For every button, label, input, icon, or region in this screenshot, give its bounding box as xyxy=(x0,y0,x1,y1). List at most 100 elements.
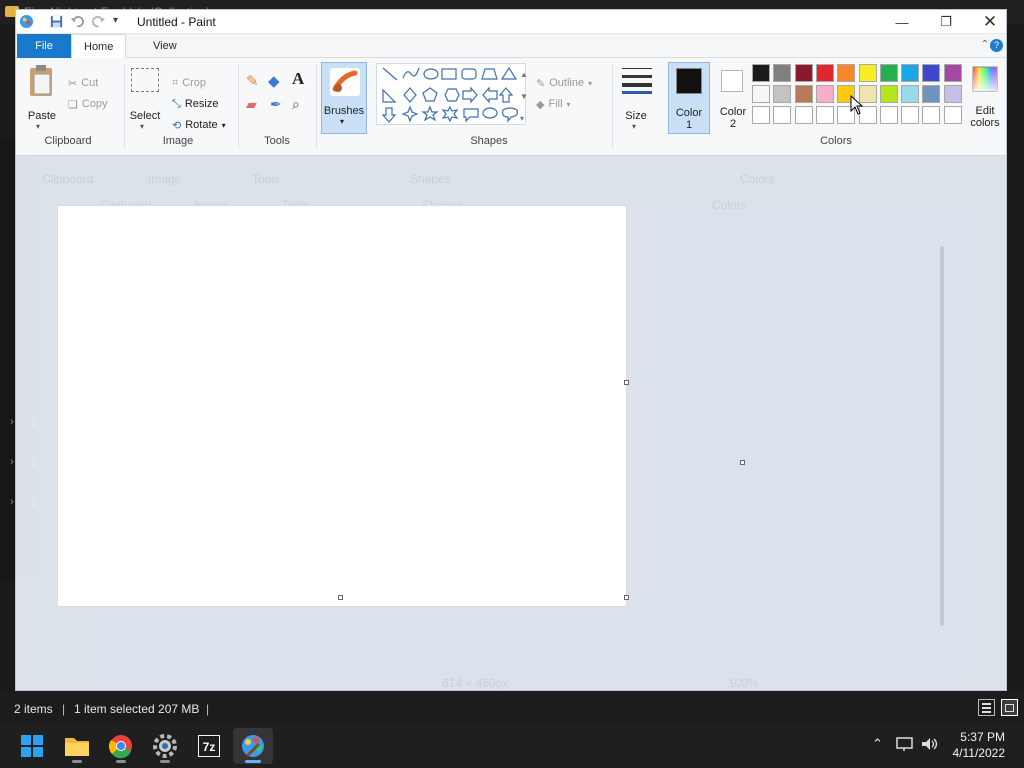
six-point-star-shape-icon xyxy=(441,105,459,123)
palette-swatch[interactable] xyxy=(752,85,770,103)
canvas-resize-handle-corner[interactable] xyxy=(624,595,629,600)
tab-home[interactable]: Home xyxy=(71,34,127,59)
palette-swatch[interactable] xyxy=(922,85,941,103)
cut-button[interactable]: ✂ Cut xyxy=(68,74,98,92)
palette-swatch[interactable] xyxy=(879,85,898,103)
palette-swatch[interactable] xyxy=(943,85,962,103)
color2-button[interactable]: Color 2 xyxy=(713,62,755,134)
palette-swatch[interactable] xyxy=(901,85,920,103)
palette-swatch[interactable] xyxy=(815,64,834,82)
taskbar-paint[interactable] xyxy=(233,728,273,764)
taskbar-clock[interactable]: 5:37 PM 4/11/2022 xyxy=(953,729,1006,761)
select-icon[interactable] xyxy=(131,68,159,92)
canvas-resize-handle-bottom[interactable] xyxy=(338,595,343,600)
pencil-icon[interactable]: ✎ xyxy=(246,72,259,90)
size-button[interactable]: Size xyxy=(620,110,652,122)
copy-button[interactable]: ❏ Copy xyxy=(68,95,108,113)
palette-swatch[interactable] xyxy=(773,85,792,103)
palette-swatch[interactable] xyxy=(943,64,962,82)
palette-swatch[interactable] xyxy=(752,64,770,82)
rotate-button[interactable]: ⟲ Rotate ▾ xyxy=(172,116,226,134)
select-button[interactable]: Select xyxy=(127,110,163,122)
fill-button[interactable]: ◆ Fill ▾ xyxy=(536,95,571,113)
canvas-resize-handle-right[interactable] xyxy=(624,380,629,385)
paint-app-icon[interactable] xyxy=(19,14,34,29)
size-icon[interactable] xyxy=(622,66,652,94)
palette-swatch[interactable] xyxy=(879,64,898,82)
palette-swatch[interactable] xyxy=(879,106,898,124)
taskbar-7zip[interactable]: 7z xyxy=(189,728,229,764)
magnifier-icon[interactable]: ⌕ xyxy=(292,96,300,113)
shapes-more-icon[interactable]: ▾ xyxy=(520,114,524,123)
chevron-right-icon[interactable]: › xyxy=(10,416,14,428)
shapes-gallery-icons xyxy=(381,66,518,123)
palette-swatch[interactable] xyxy=(858,64,877,82)
drawing-canvas[interactable] xyxy=(58,206,626,606)
palette-swatch[interactable] xyxy=(794,85,813,103)
chevron-right-icon[interactable]: › xyxy=(10,496,14,508)
color-picker-icon[interactable]: ✒ xyxy=(270,96,282,113)
details-view-button[interactable] xyxy=(978,699,995,716)
palette-swatch[interactable] xyxy=(773,106,792,124)
taskbar-file-explorer[interactable] xyxy=(57,728,97,764)
7zip-label: 7z xyxy=(203,740,216,754)
customize-qat-icon[interactable]: ▾ xyxy=(113,15,128,30)
shapes-scroll-down-icon[interactable]: ▼ xyxy=(520,92,528,101)
brushes-button[interactable]: Brushes ▾ xyxy=(321,62,367,134)
network-icon[interactable] xyxy=(896,736,914,752)
rotate-label: Rotate xyxy=(185,119,218,131)
chevron-down-icon[interactable]: ▾ xyxy=(632,122,636,131)
hexagon-shape-icon xyxy=(444,88,460,102)
palette-swatch[interactable] xyxy=(943,106,962,124)
tab-view[interactable]: View xyxy=(141,34,189,58)
color1-label: Color 1 xyxy=(675,107,703,131)
down-arrow-shape-icon xyxy=(381,107,397,123)
show-hidden-icons-icon[interactable]: ⌃ xyxy=(872,736,883,752)
palette-swatch[interactable] xyxy=(922,106,941,124)
palette-swatch[interactable] xyxy=(773,64,792,82)
chevron-right-icon[interactable]: › xyxy=(10,456,14,468)
tab-file[interactable]: File xyxy=(17,34,71,58)
help-icon[interactable]: ? xyxy=(990,39,1003,52)
collapse-ribbon-icon[interactable]: ⌃ xyxy=(981,39,989,50)
close-button[interactable]: ✕ xyxy=(968,10,1012,34)
chevron-down-icon: ▾ xyxy=(340,117,345,126)
crop-button[interactable]: ⌗ Crop xyxy=(172,74,206,92)
ghost-group-label: Shapes xyxy=(410,172,451,186)
palette-swatch[interactable] xyxy=(815,85,834,103)
outline-button[interactable]: ✎ Outline ▾ xyxy=(536,74,592,92)
left-arrow-shape-icon xyxy=(482,86,498,104)
resize-button[interactable]: ⤡ Resize xyxy=(172,95,218,113)
shapes-gallery[interactable] xyxy=(376,63,526,125)
palette-swatch[interactable] xyxy=(815,106,834,124)
save-icon[interactable] xyxy=(49,14,64,29)
palette-swatch[interactable] xyxy=(901,106,920,124)
redo-icon[interactable] xyxy=(91,14,106,29)
paste-button[interactable]: Paste xyxy=(26,110,58,122)
chevron-down-icon[interactable]: ▾ xyxy=(36,122,40,131)
taskbar-settings[interactable] xyxy=(145,728,185,764)
fill-icon: ◆ xyxy=(536,98,545,111)
restore-button[interactable]: ❐ xyxy=(924,10,968,34)
edit-colors-button[interactable]: Edit colors xyxy=(970,62,1000,134)
large-icons-view-button[interactable] xyxy=(1001,699,1018,716)
palette-swatch[interactable] xyxy=(794,106,813,124)
paste-icon[interactable] xyxy=(28,64,56,98)
text-tool-icon[interactable]: A xyxy=(292,69,304,89)
start-button[interactable] xyxy=(12,728,52,764)
palette-swatch[interactable] xyxy=(837,64,856,82)
volume-icon[interactable] xyxy=(920,736,938,752)
palette-swatch[interactable] xyxy=(752,106,770,124)
shapes-scroll-up-icon[interactable]: ▲ xyxy=(520,70,528,79)
fill-bucket-icon[interactable]: ◆ xyxy=(268,72,280,90)
palette-swatch[interactable] xyxy=(794,64,813,82)
taskbar-chrome[interactable] xyxy=(101,728,141,764)
color1-button[interactable]: Color 1 xyxy=(668,62,710,134)
group-label-colors: Colors xyxy=(820,135,852,147)
undo-icon[interactable] xyxy=(70,14,85,29)
palette-swatch[interactable] xyxy=(901,64,920,82)
eraser-icon[interactable]: ▰ xyxy=(246,96,257,113)
minimize-button[interactable]: — xyxy=(880,10,924,34)
chevron-down-icon[interactable]: ▾ xyxy=(140,122,144,131)
palette-swatch[interactable] xyxy=(922,64,941,82)
